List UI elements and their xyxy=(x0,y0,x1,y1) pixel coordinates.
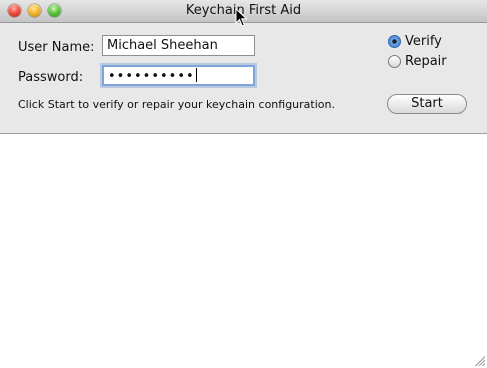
verify-label[interactable]: Verify xyxy=(405,34,442,49)
repair-label[interactable]: Repair xyxy=(405,54,447,69)
username-field[interactable]: Michael Sheehan xyxy=(102,35,255,56)
username-label: User Name: xyxy=(18,40,95,55)
password-label: Password: xyxy=(18,70,84,85)
keychain-first-aid-window: Keychain First Aid User Name: Michael Sh… xyxy=(0,0,487,368)
text-cursor xyxy=(195,68,197,82)
start-button[interactable]: Start xyxy=(387,94,467,114)
output-text-area[interactable] xyxy=(0,133,487,368)
arrow-cursor-icon xyxy=(235,8,248,27)
verify-radio-button[interactable] xyxy=(388,35,401,48)
resize-grip-icon[interactable] xyxy=(473,354,485,366)
password-field[interactable]: •••••••••• xyxy=(102,65,255,86)
repair-radio-button[interactable] xyxy=(388,55,401,68)
password-value: •••••••••• xyxy=(108,69,195,84)
instruction-text: Click Start to verify or repair your key… xyxy=(18,98,335,111)
